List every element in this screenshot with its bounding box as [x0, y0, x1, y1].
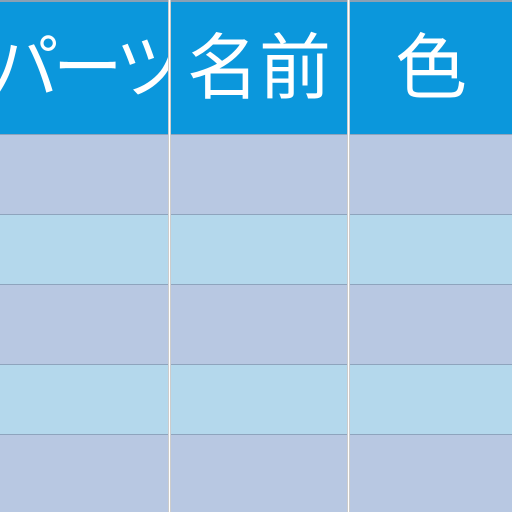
table-column-parts: パーツ [0, 0, 168, 512]
table-cell[interactable] [350, 134, 512, 214]
table-cell[interactable] [0, 434, 168, 512]
table-cell[interactable] [0, 134, 168, 214]
table-cell[interactable] [350, 434, 512, 512]
table-cell[interactable] [171, 364, 347, 434]
table-cell[interactable] [0, 364, 168, 434]
table-cell[interactable] [171, 434, 347, 512]
column-header-color[interactable]: 色 [350, 0, 512, 134]
table-cell[interactable] [350, 364, 512, 434]
column-header-parts[interactable]: パーツ [0, 0, 168, 134]
table-cell[interactable] [0, 284, 168, 364]
table-cell[interactable] [350, 284, 512, 364]
parts-table: パーツ 名前 色 [0, 0, 512, 512]
table-column-name: 名前 [171, 0, 347, 512]
table-column-color: 色 [350, 0, 512, 512]
table-cell[interactable] [350, 214, 512, 284]
table-cell[interactable] [171, 284, 347, 364]
table-cell[interactable] [171, 214, 347, 284]
column-header-name[interactable]: 名前 [171, 0, 347, 134]
table-cell[interactable] [171, 134, 347, 214]
table-cell[interactable] [0, 214, 168, 284]
